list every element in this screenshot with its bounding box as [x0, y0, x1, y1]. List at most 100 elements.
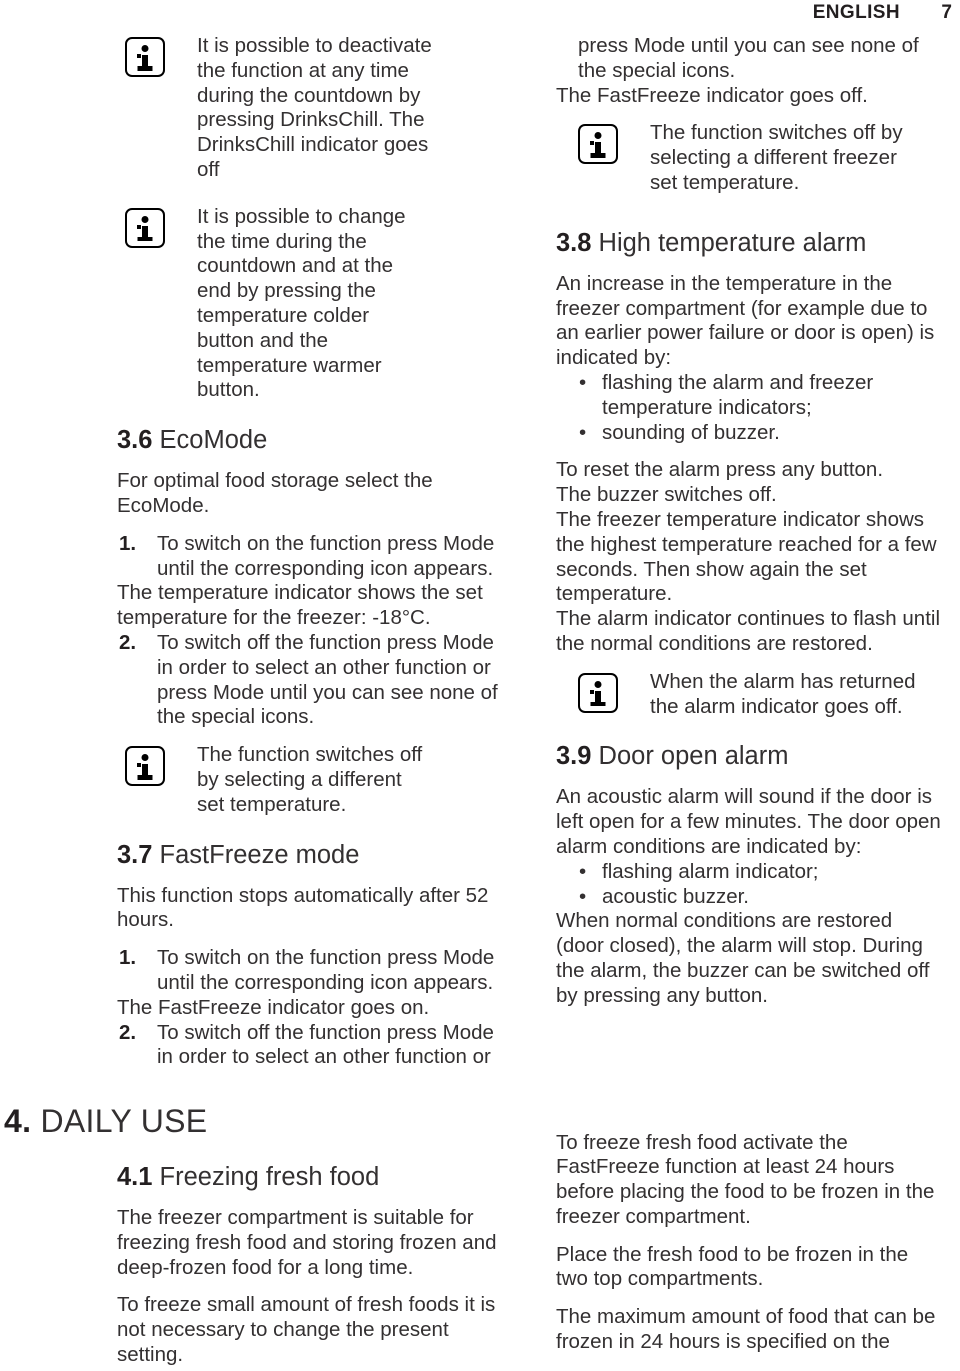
list-text: flashing alarm indicator; — [602, 860, 819, 885]
list-item: 1. To switch on the function press Mode … — [119, 946, 530, 996]
list-line: flashing alarm indicator; — [602, 859, 819, 883]
info-icon — [125, 37, 165, 77]
paragraph-line: freezing fresh food and storing frozen a… — [117, 1230, 497, 1254]
heading-number: 3.8 — [556, 228, 592, 257]
heading-3-6-ecomode: 3.6 EcoMode — [117, 425, 530, 456]
list-line: flashing the alarm and freezer — [602, 370, 874, 394]
note-line: temperature warmer — [197, 353, 382, 377]
paragraph-line: left open for a few minutes. The door op… — [556, 810, 941, 834]
paragraph-line: indicated by: — [556, 346, 672, 370]
paragraph-line: The freezer compartment is suitable for — [117, 1206, 474, 1230]
list-text: To switch on the function press Mode unt… — [157, 946, 494, 996]
list-line: the special icons. — [157, 705, 315, 729]
list-item: • flashing the alarm and freezer tempera… — [574, 371, 956, 421]
note-text: The function switches off by selecting a… — [650, 121, 956, 195]
note-line: end by pressing the — [197, 279, 376, 303]
list-marker: 2. — [119, 630, 137, 654]
list-marker: 2. — [119, 1020, 137, 1044]
paragraph-line: temperature. — [556, 582, 673, 606]
note-line: button and the — [197, 328, 329, 352]
right-column: press Mode until you can see none of the… — [556, 34, 956, 1355]
list-text: To switch off the function press Mode in… — [157, 631, 498, 730]
list-line: in order to select an other function or — [157, 1045, 491, 1069]
paragraph-line: The freezer temperature indicator shows — [556, 507, 925, 531]
bullet-icon: • — [579, 884, 587, 908]
door-open-paragraph-2: When normal conditions are restored (doo… — [556, 909, 956, 1008]
paragraph-line: the highest temperature reached for a fe… — [556, 532, 937, 556]
note-change-time: It is possible to change the time during… — [0, 205, 530, 403]
heading-3-8-high-temperature-alarm: 3.8 High temperature alarm — [556, 228, 956, 259]
header-language-label: ENGLISH — [812, 2, 900, 23]
paragraph-line: The maximum amount of food that can be — [556, 1305, 936, 1329]
paragraph-line: Place the fresh food to be frozen in the — [556, 1242, 909, 1266]
running-header: ENGLISH 7 — [0, 2, 952, 28]
heading-3-7-fastfreeze-mode: 3.7 FastFreeze mode — [117, 840, 530, 871]
freezing-paragraph-1: The freezer compartment is suitable for … — [117, 1206, 530, 1280]
paragraph-line: not necessary to change the present — [117, 1318, 449, 1342]
list-line: To switch off the function press Mode — [157, 630, 494, 654]
paragraph-line: The alarm indicator continues to flash u… — [556, 607, 941, 631]
info-icon — [578, 672, 618, 713]
note-drinkschill: It is possible to deactivate the functio… — [0, 34, 530, 183]
paragraph-line: FastFreeze function at least 24 hours — [556, 1155, 895, 1179]
list-item: 2. To switch off the function press Mode… — [119, 631, 530, 730]
paragraph-line: two top compartments. — [556, 1267, 764, 1291]
paragraph-line: To freeze small amount of fresh foods it… — [117, 1293, 496, 1317]
paragraph-line: To freeze fresh food activate the — [556, 1130, 848, 1154]
fastfreeze-steps-2: 2. To switch off the function press Mode… — [119, 1021, 530, 1071]
paragraph-line: hours. — [117, 908, 174, 932]
list-item: 2. To switch off the function press Mode… — [119, 1021, 530, 1071]
note-fastfreeze-switch-off: The function switches off by selecting a… — [556, 121, 956, 195]
heading-number: 3.7 — [117, 840, 153, 869]
paragraph-line: (door closed), the alarm will stop. Duri… — [556, 934, 923, 958]
paragraph-line: When normal conditions are restored — [556, 909, 893, 933]
list-line: until the corresponding icon appears. — [157, 556, 494, 580]
fastfreeze-after-step1: The FastFreeze indicator goes on. — [117, 996, 530, 1021]
fastfreeze-intro: This function stops automatically after … — [117, 884, 530, 934]
paragraph-line: The temperature indicator shows the set — [117, 581, 483, 605]
note-line: countdown and at the — [197, 254, 394, 278]
high-temp-paragraph-2: To reset the alarm press any button. The… — [556, 458, 956, 656]
list-line: To switch on the function press Mode — [157, 531, 495, 555]
note-line: The function switches off by — [650, 121, 903, 145]
ecomode-steps: 1. To switch on the function press Mode … — [119, 532, 530, 582]
note-line: the alarm indicator goes off. — [650, 694, 903, 718]
paragraph-line: The FastFreeze indicator goes off. — [556, 83, 868, 107]
note-text: It is possible to change the time during… — [197, 205, 449, 403]
note-text: The function switches off by selecting a… — [197, 743, 449, 817]
ecomode-steps-2: 2. To switch off the function press Mode… — [119, 631, 530, 730]
fastfreeze-steps: 1. To switch on the function press Mode … — [119, 946, 530, 996]
heading-number: 4.1 — [117, 1163, 153, 1192]
heading-4-1-freezing-fresh-food: 4.1 Freezing fresh food — [117, 1162, 530, 1193]
ecomode-after-step1: The temperature indicator shows the set … — [117, 581, 530, 631]
note-line: When the alarm has returned — [650, 669, 916, 693]
note-line: set temperature. — [197, 792, 347, 816]
paragraph-line: an earlier power failure or door is open… — [556, 321, 935, 345]
note-text: When the alarm has returned the alarm in… — [650, 670, 956, 720]
heading-title: FastFreeze mode — [159, 840, 360, 869]
note-line: It is possible to deactivate — [197, 34, 432, 57]
paragraph-line: freezer compartment. — [556, 1204, 751, 1228]
continuation-indented: press Mode until you can see none of the… — [578, 34, 958, 84]
freezing-paragraph-2: To freeze small amount of fresh foods it… — [117, 1293, 530, 1367]
paragraph-line: EcoMode. — [117, 493, 210, 517]
note-line: the function at any time — [197, 58, 409, 82]
paragraph-line: deep-frozen food for a long time. — [117, 1255, 414, 1279]
ecomode-intro: For optimal food storage select the EcoM… — [117, 469, 530, 519]
heading-number: 4. — [4, 1103, 32, 1140]
note-line: It is possible to change — [197, 204, 406, 228]
note-line: selecting a different freezer — [650, 146, 897, 170]
note-ecomode-switch-off: The function switches off by selecting a… — [0, 743, 530, 817]
heading-title: Freezing fresh food — [159, 1163, 380, 1192]
paragraph-line: For optimal food storage select the — [117, 469, 433, 493]
paragraph-line: press Mode until you can see none of — [578, 34, 919, 57]
paragraph-line: by pressing any button. — [556, 983, 768, 1007]
list-line: temperature indicators; — [602, 395, 812, 419]
bottom-paragraph-1: To freeze fresh food activate the FastFr… — [556, 1131, 956, 1230]
list-line: press Mode until you can see none of — [157, 680, 498, 704]
bottom-paragraph-2: Place the fresh food to be frozen in the… — [556, 1243, 956, 1293]
paragraph-line: the normal conditions are restored. — [556, 631, 873, 655]
heading-title: High temperature alarm — [598, 228, 867, 257]
heading-title: Door open alarm — [598, 742, 789, 771]
list-line: To switch on the function press Mode — [157, 946, 495, 970]
